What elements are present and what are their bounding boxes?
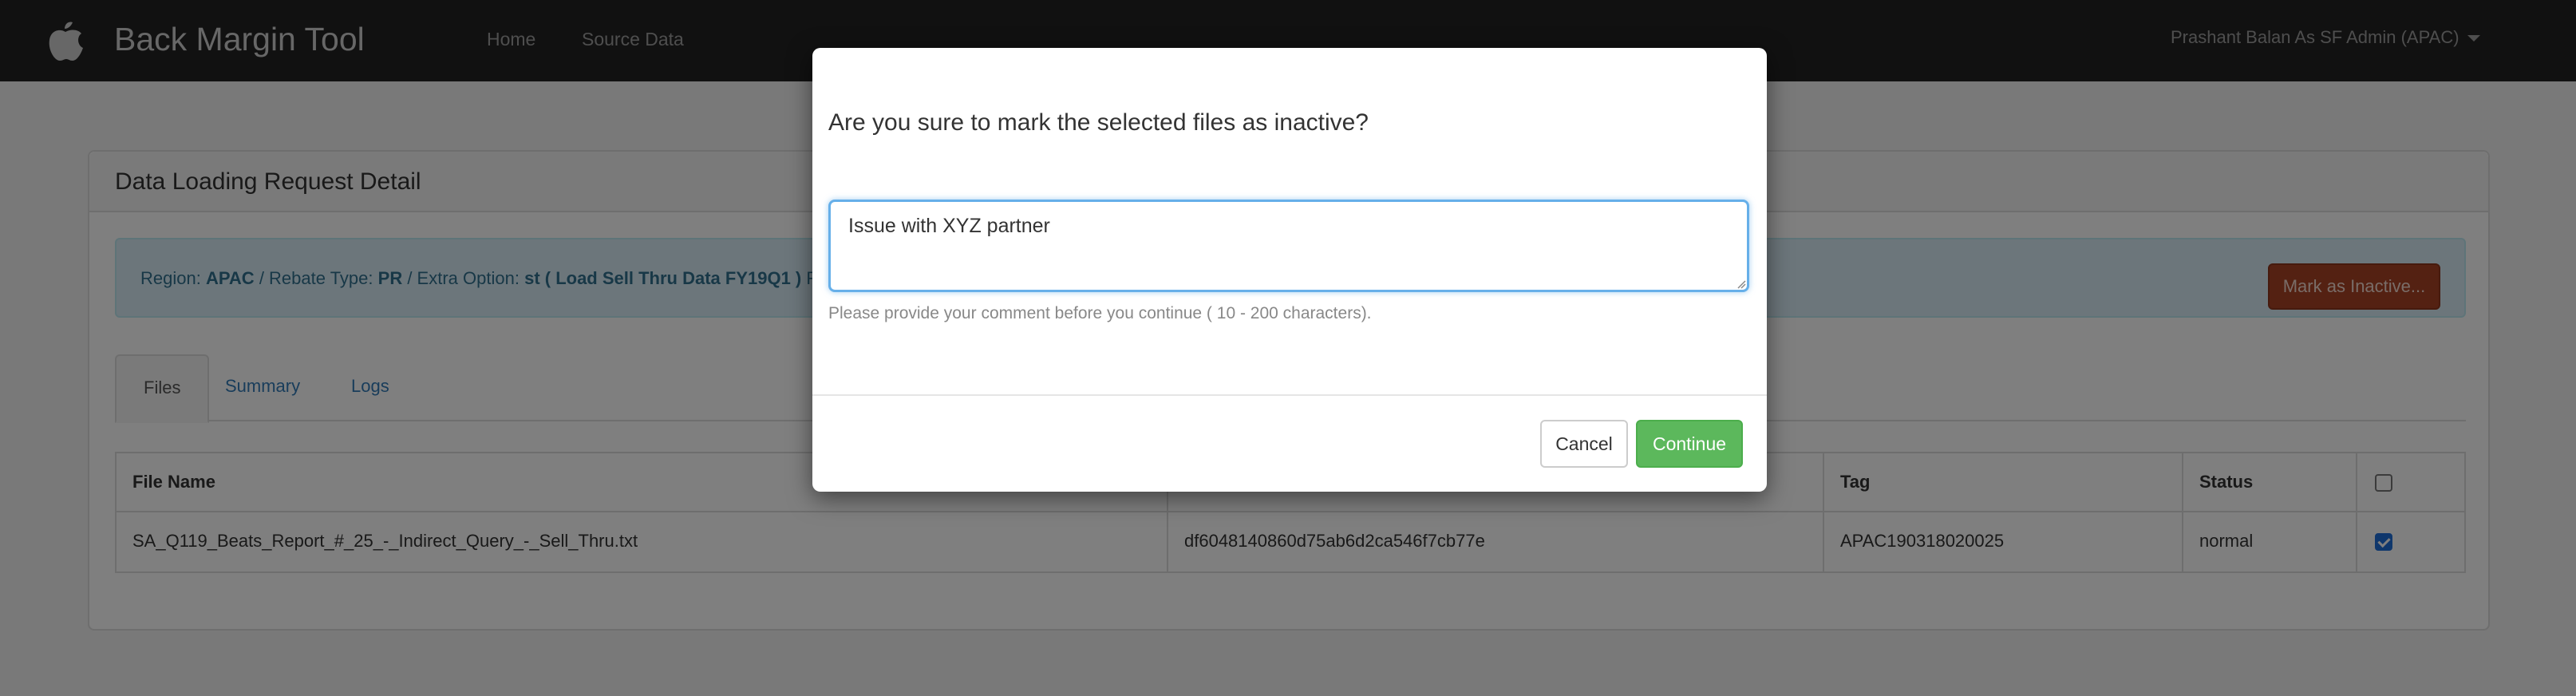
continue-button[interactable]: Continue <box>1636 420 1743 468</box>
comment-help-text: Please provide your comment before you c… <box>828 304 1372 322</box>
cancel-button[interactable]: Cancel <box>1540 420 1628 468</box>
resize-handle-icon[interactable] <box>1736 279 1746 289</box>
confirm-inactive-dialog: Are you sure to mark the selected files … <box>812 48 1767 492</box>
comment-textarea[interactable]: Issue with XYZ partner <box>828 200 1749 292</box>
dialog-footer-divider <box>812 394 1767 396</box>
dialog-question: Are you sure to mark the selected files … <box>828 109 1369 136</box>
